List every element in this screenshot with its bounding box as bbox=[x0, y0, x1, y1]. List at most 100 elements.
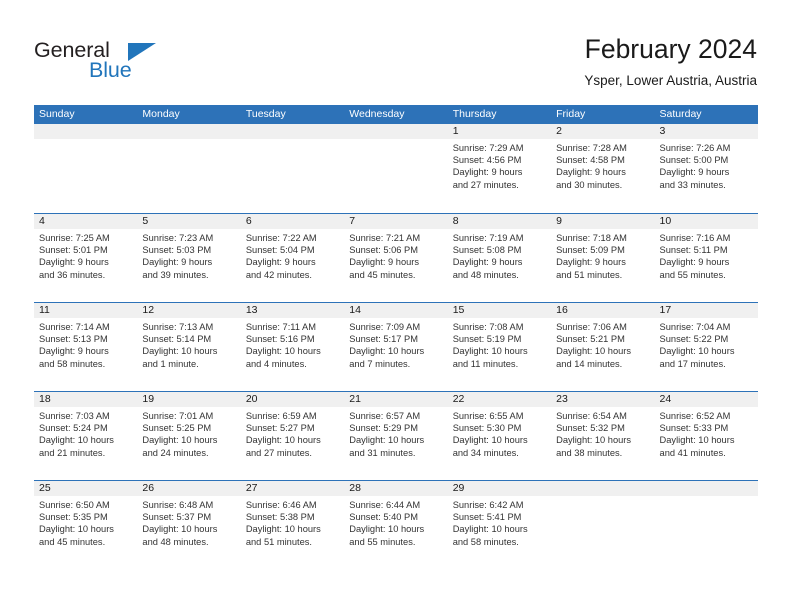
day-info: Sunrise: 6:50 AM Sunset: 5:35 PM Dayligh… bbox=[34, 496, 137, 548]
daylight-text-line1: Daylight: 10 hours bbox=[659, 435, 735, 446]
weekday-header-row: Sunday Monday Tuesday Wednesday Thursday… bbox=[34, 105, 758, 124]
daylight-text-line1: Daylight: 9 hours bbox=[245, 257, 316, 268]
day-cell[interactable]: 1 Sunrise: 7:29 AM Sunset: 4:56 PM Dayli… bbox=[447, 124, 552, 213]
week-row: 4 Sunrise: 7:25 AM Sunset: 5:01 PM Dayli… bbox=[34, 213, 758, 302]
sunrise-text: Sunrise: 7:09 AM bbox=[349, 322, 421, 332]
calendar-page: General Blue February 2024 Ysper, Lower … bbox=[0, 0, 792, 612]
day-info: Sunrise: 6:44 AM Sunset: 5:40 PM Dayligh… bbox=[344, 496, 447, 548]
daylight-text-line1: Daylight: 9 hours bbox=[142, 257, 213, 268]
day-cell[interactable]: 7 Sunrise: 7:21 AM Sunset: 5:06 PM Dayli… bbox=[344, 214, 448, 302]
daylight-text-line1: Daylight: 10 hours bbox=[452, 435, 528, 446]
day-cell[interactable]: 24 Sunrise: 6:52 AM Sunset: 5:33 PM Dayl… bbox=[654, 392, 758, 480]
day-info: Sunrise: 6:54 AM Sunset: 5:32 PM Dayligh… bbox=[551, 407, 654, 459]
daylight-text-line1: Daylight: 9 hours bbox=[659, 167, 730, 178]
day-cell[interactable]: 19 Sunrise: 7:01 AM Sunset: 5:25 PM Dayl… bbox=[137, 392, 241, 480]
daylight-text-line1: Daylight: 9 hours bbox=[452, 167, 523, 178]
sunrise-text: Sunrise: 7:25 AM bbox=[39, 233, 110, 243]
day-number: 8 bbox=[447, 214, 552, 229]
daylight-text-line2: and 31 minutes. bbox=[349, 447, 416, 458]
day-cell[interactable]: 26 Sunrise: 6:48 AM Sunset: 5:37 PM Dayl… bbox=[137, 481, 241, 569]
day-number: 1 bbox=[447, 124, 552, 139]
sunrise-text: Sunrise: 7:18 AM bbox=[556, 233, 627, 243]
day-cell[interactable]: 8 Sunrise: 7:19 AM Sunset: 5:08 PM Dayli… bbox=[447, 214, 552, 302]
page-subtitle: Ysper, Lower Austria, Austria bbox=[584, 73, 757, 88]
sunrise-text: Sunrise: 7:13 AM bbox=[142, 322, 214, 332]
day-cell[interactable]: 21 Sunrise: 6:57 AM Sunset: 5:29 PM Dayl… bbox=[344, 392, 448, 480]
day-number: 24 bbox=[654, 392, 758, 407]
sunset-text: Sunset: 5:09 PM bbox=[556, 245, 625, 256]
daylight-text-line1: Daylight: 10 hours bbox=[452, 346, 528, 357]
day-cell[interactable]: 2 Sunrise: 7:28 AM Sunset: 4:58 PM Dayli… bbox=[551, 124, 655, 213]
day-cell[interactable]: 13 Sunrise: 7:11 AM Sunset: 5:16 PM Dayl… bbox=[240, 303, 345, 391]
day-cell[interactable]: 25 Sunrise: 6:50 AM Sunset: 5:35 PM Dayl… bbox=[34, 481, 138, 569]
day-cell[interactable]: 3 Sunrise: 7:26 AM Sunset: 5:00 PM Dayli… bbox=[654, 124, 758, 213]
daylight-text-line2: and 58 minutes. bbox=[452, 536, 519, 547]
sunrise-text: Sunrise: 7:26 AM bbox=[659, 143, 731, 153]
daylight-text-line2: and 14 minutes. bbox=[556, 358, 623, 369]
day-cell[interactable]: 16 Sunrise: 7:06 AM Sunset: 5:21 PM Dayl… bbox=[551, 303, 655, 391]
sunset-text: Sunset: 5:13 PM bbox=[39, 334, 108, 345]
daylight-text-line1: Daylight: 10 hours bbox=[349, 435, 425, 446]
day-cell[interactable]: 14 Sunrise: 7:09 AM Sunset: 5:17 PM Dayl… bbox=[344, 303, 448, 391]
day-info: Sunrise: 7:13 AM Sunset: 5:14 PM Dayligh… bbox=[137, 318, 240, 370]
sunrise-text: Sunrise: 6:59 AM bbox=[245, 411, 317, 421]
day-cell[interactable]: 15 Sunrise: 7:08 AM Sunset: 5:19 PM Dayl… bbox=[447, 303, 552, 391]
day-number: 22 bbox=[447, 392, 552, 407]
day-number: 6 bbox=[240, 214, 345, 229]
logo-text-blue: Blue bbox=[89, 58, 132, 82]
day-info: Sunrise: 7:23 AM Sunset: 5:03 PM Dayligh… bbox=[137, 229, 240, 281]
day-info: Sunrise: 7:21 AM Sunset: 5:06 PM Dayligh… bbox=[344, 229, 447, 281]
day-cell[interactable]: 6 Sunrise: 7:22 AM Sunset: 5:04 PM Dayli… bbox=[240, 214, 345, 302]
day-number: 23 bbox=[551, 392, 655, 407]
day-cell[interactable]: 10 Sunrise: 7:16 AM Sunset: 5:11 PM Dayl… bbox=[654, 214, 758, 302]
daylight-text-line1: Daylight: 10 hours bbox=[556, 435, 632, 446]
sunset-text: Sunset: 5:06 PM bbox=[349, 245, 418, 256]
day-number: 7 bbox=[344, 214, 448, 229]
day-cell[interactable]: 4 Sunrise: 7:25 AM Sunset: 5:01 PM Dayli… bbox=[34, 214, 138, 302]
day-cell[interactable]: 20 Sunrise: 6:59 AM Sunset: 5:27 PM Dayl… bbox=[240, 392, 345, 480]
daylight-text-line2: and 30 minutes. bbox=[556, 179, 623, 190]
daylight-text-line2: and 39 minutes. bbox=[142, 269, 209, 280]
page-header: General Blue February 2024 Ysper, Lower … bbox=[0, 0, 792, 103]
day-cell[interactable]: 12 Sunrise: 7:13 AM Sunset: 5:14 PM Dayl… bbox=[137, 303, 241, 391]
sunrise-text: Sunrise: 7:01 AM bbox=[142, 411, 214, 421]
general-blue-logo[interactable]: General Blue bbox=[34, 38, 184, 86]
daylight-text-line1: Daylight: 10 hours bbox=[39, 524, 114, 535]
day-number bbox=[137, 124, 241, 139]
day-cell[interactable]: 29 Sunrise: 6:42 AM Sunset: 5:41 PM Dayl… bbox=[447, 481, 552, 569]
sunrise-text: Sunrise: 7:03 AM bbox=[39, 411, 110, 421]
sunrise-text: Sunrise: 7:22 AM bbox=[245, 233, 317, 243]
day-cell[interactable]: 9 Sunrise: 7:18 AM Sunset: 5:09 PM Dayli… bbox=[551, 214, 655, 302]
sunrise-text: Sunrise: 7:23 AM bbox=[142, 233, 214, 243]
day-number bbox=[551, 481, 655, 496]
daylight-text-line1: Daylight: 10 hours bbox=[245, 435, 321, 446]
weekday-header-monday: Monday bbox=[142, 108, 180, 120]
sunrise-text: Sunrise: 6:46 AM bbox=[245, 500, 317, 510]
weekday-header-thursday: Thursday bbox=[452, 108, 497, 120]
daylight-text-line1: Daylight: 10 hours bbox=[349, 346, 425, 357]
daylight-text-line1: Daylight: 10 hours bbox=[349, 524, 425, 535]
day-cell[interactable]: 28 Sunrise: 6:44 AM Sunset: 5:40 PM Dayl… bbox=[344, 481, 448, 569]
sunrise-text: Sunrise: 6:48 AM bbox=[142, 500, 214, 510]
sunrise-text: Sunrise: 7:04 AM bbox=[659, 322, 731, 332]
daylight-text-line2: and 33 minutes. bbox=[659, 179, 726, 190]
day-cell[interactable]: 11 Sunrise: 7:14 AM Sunset: 5:13 PM Dayl… bbox=[34, 303, 138, 391]
daylight-text-line2: and 36 minutes. bbox=[39, 269, 106, 280]
daylight-text-line2: and 1 minute. bbox=[142, 358, 199, 369]
day-number: 28 bbox=[344, 481, 448, 496]
day-cell[interactable]: 22 Sunrise: 6:55 AM Sunset: 5:30 PM Dayl… bbox=[447, 392, 552, 480]
sunset-text: Sunset: 5:11 PM bbox=[659, 245, 728, 256]
day-info: Sunrise: 7:18 AM Sunset: 5:09 PM Dayligh… bbox=[551, 229, 654, 281]
day-cell[interactable]: 5 Sunrise: 7:23 AM Sunset: 5:03 PM Dayli… bbox=[137, 214, 241, 302]
sunset-text: Sunset: 5:30 PM bbox=[452, 423, 522, 434]
day-cell[interactable]: 23 Sunrise: 6:54 AM Sunset: 5:32 PM Dayl… bbox=[551, 392, 655, 480]
day-cell[interactable]: 17 Sunrise: 7:04 AM Sunset: 5:22 PM Dayl… bbox=[654, 303, 758, 391]
day-cell[interactable]: 27 Sunrise: 6:46 AM Sunset: 5:38 PM Dayl… bbox=[240, 481, 345, 569]
day-cell[interactable]: 18 Sunrise: 7:03 AM Sunset: 5:24 PM Dayl… bbox=[34, 392, 138, 480]
day-number bbox=[34, 124, 138, 139]
day-info: Sunrise: 7:28 AM Sunset: 4:58 PM Dayligh… bbox=[551, 139, 654, 191]
daylight-text-line1: Daylight: 9 hours bbox=[659, 257, 730, 268]
weekday-header-sunday: Sunday bbox=[39, 108, 75, 120]
daylight-text-line2: and 45 minutes. bbox=[349, 269, 416, 280]
daylight-text-line2: and 55 minutes. bbox=[349, 536, 416, 547]
